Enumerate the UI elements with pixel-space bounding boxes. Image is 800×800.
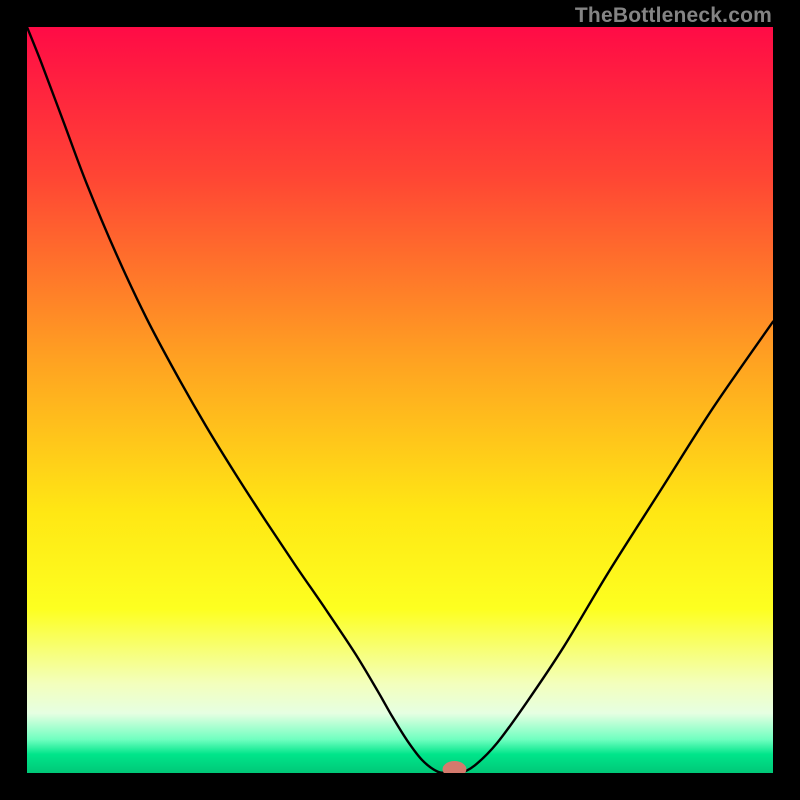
plot-background (27, 27, 773, 773)
credit-label: TheBottleneck.com (575, 4, 772, 28)
chart-plot (27, 27, 773, 773)
chart-frame: TheBottleneck.com (0, 0, 800, 800)
